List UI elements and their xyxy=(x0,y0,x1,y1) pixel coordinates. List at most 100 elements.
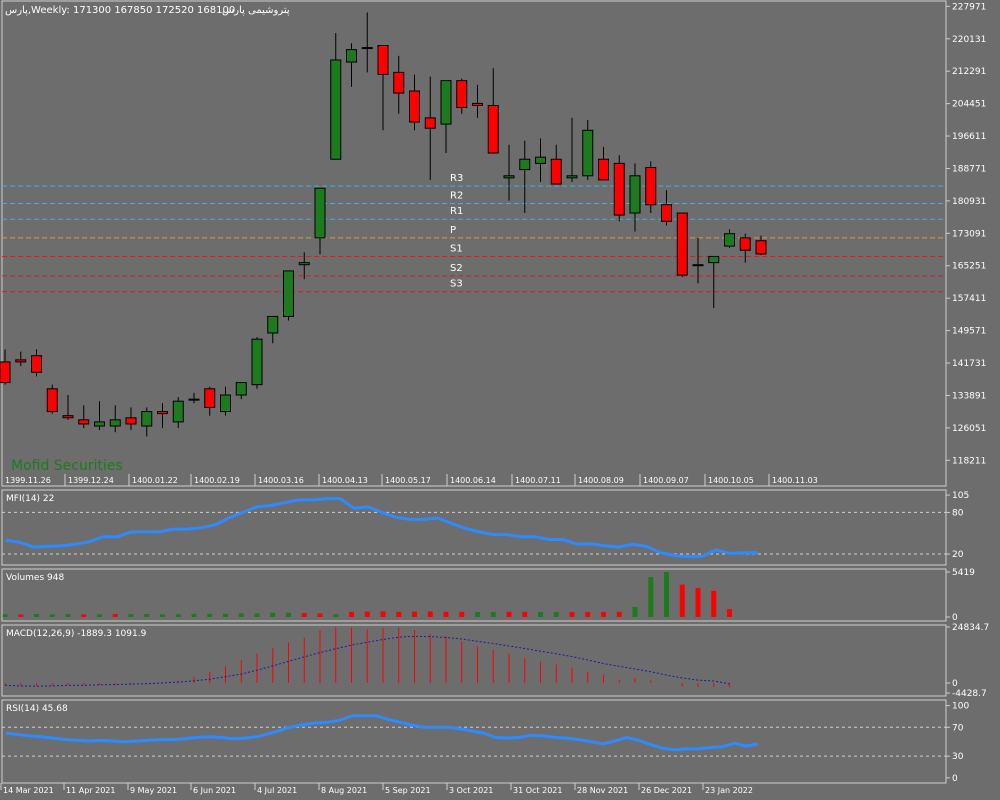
candle-body xyxy=(535,156,546,164)
mfi-tick-label: 20 xyxy=(952,550,964,560)
candle-body xyxy=(235,382,247,396)
candle-body xyxy=(755,240,767,255)
date-tick-label: 1400.05.17 xyxy=(385,476,431,485)
date-tick-label: 1400.02.19 xyxy=(194,476,240,485)
price-tick-label: 196611 xyxy=(952,132,986,142)
candle-body xyxy=(440,80,452,125)
candle-body xyxy=(613,162,625,216)
price-tick-label: 118211 xyxy=(952,456,986,466)
candle-body xyxy=(550,158,562,185)
macd-tick-label: 0 xyxy=(952,679,958,689)
candle-body xyxy=(724,233,735,247)
candle-body xyxy=(708,255,720,264)
macd-tick-label: 24834.7 xyxy=(952,623,989,633)
volume-bar xyxy=(364,611,370,617)
chart-title: پتروشیمی پارس xyxy=(222,5,290,16)
candle-body xyxy=(141,411,153,427)
volume-bar xyxy=(538,612,543,617)
volume-bar xyxy=(727,609,732,617)
candle-body xyxy=(125,417,137,425)
candle-body xyxy=(377,44,389,75)
volume-bar xyxy=(427,611,433,617)
volume-bar xyxy=(475,612,480,617)
date-tick-label: 1400.01.22 xyxy=(132,476,178,485)
candle-body xyxy=(692,264,704,267)
volume-bar xyxy=(396,611,402,617)
volume-bar xyxy=(490,612,496,617)
volume-bar xyxy=(553,612,559,617)
volume-tick-label: 0 xyxy=(952,613,958,623)
bottom-date-label: 14 Mar 2021 xyxy=(3,786,54,795)
volume-bar xyxy=(317,613,323,617)
volume-bar xyxy=(569,612,575,617)
price-tick-label: 141731 xyxy=(952,359,986,369)
price-tick-label: 133891 xyxy=(952,391,986,401)
candle-body xyxy=(251,338,263,386)
volume-bar xyxy=(616,611,622,617)
candle-body xyxy=(629,175,641,214)
candle-body xyxy=(314,187,326,239)
price-tick-label: 165251 xyxy=(952,262,986,272)
volume-bar xyxy=(664,572,669,617)
chart-canvas[interactable]: پارس,Weekly: 171300 167850 172520 168100… xyxy=(0,0,1000,800)
symbol-info: پارس,Weekly: 171300 167850 172520 168100 xyxy=(5,5,235,16)
volume-bar xyxy=(49,614,55,617)
candle-body xyxy=(31,355,42,373)
price-tick-label: 204451 xyxy=(952,100,986,110)
candle-body xyxy=(739,237,751,251)
candle-body xyxy=(330,59,342,160)
mfi-line xyxy=(5,497,758,559)
candle-body xyxy=(298,262,310,266)
rsi-tick-label: 100 xyxy=(952,702,969,712)
rsi-line xyxy=(5,714,759,752)
volume-bar xyxy=(254,613,260,617)
bottom-date-label: 6 Jun 2021 xyxy=(193,786,236,795)
level-label-s2: S2 xyxy=(450,263,463,274)
watermark: Mofid Securities xyxy=(11,458,123,474)
price-tick-label: 220131 xyxy=(952,35,986,45)
candle-body xyxy=(267,315,279,334)
date-tick-label: 1400.09.07 xyxy=(643,476,689,485)
candle-body xyxy=(598,158,609,181)
volume-bar xyxy=(301,613,307,617)
candle-body xyxy=(456,80,468,109)
candle-body xyxy=(519,158,531,171)
volume-bar xyxy=(65,614,71,617)
pane-frame xyxy=(1,489,947,566)
bottom-date-label: 5 Sep 2021 xyxy=(385,786,431,795)
candle-body xyxy=(15,359,27,363)
bottom-date-label: 31 Oct 2021 xyxy=(513,786,562,795)
volume-bar xyxy=(349,611,354,617)
bottom-date-label: 3 Oct 2021 xyxy=(449,786,493,795)
volume-bar xyxy=(223,613,228,617)
candle-body xyxy=(78,419,90,425)
candle-body xyxy=(582,129,594,177)
candle-body xyxy=(220,394,231,413)
bottom-date-label: 9 May 2021 xyxy=(130,786,177,795)
date-tick-label: 1400.07.11 xyxy=(515,476,561,485)
volume-bar xyxy=(128,614,134,617)
volume-bar xyxy=(632,607,638,617)
volume-bar xyxy=(270,612,276,617)
volume-bar xyxy=(601,611,606,617)
volume-bar xyxy=(207,613,213,617)
volume-bar xyxy=(380,611,386,617)
volume-bar xyxy=(112,613,118,617)
date-tick-label: 1399.12.24 xyxy=(68,476,114,485)
volume-bar xyxy=(333,614,339,617)
volume-bar xyxy=(695,587,701,617)
level-label-r3: R3 xyxy=(450,173,463,184)
date-tick-label: 1400.04.13 xyxy=(322,476,368,485)
bottom-date-label: 28 Nov 2021 xyxy=(577,786,628,795)
volume-bar xyxy=(18,614,24,617)
mfi-tick-label: 80 xyxy=(952,508,964,518)
candle-body xyxy=(566,175,578,179)
candle-body xyxy=(109,419,121,427)
volume-bar xyxy=(459,611,465,617)
candle-body xyxy=(283,270,294,317)
volume-bar xyxy=(175,614,181,617)
price-tick-label: 188771 xyxy=(952,164,986,174)
volume-bar xyxy=(679,584,685,617)
mfi-title: MFI(14) 22 xyxy=(6,494,54,504)
bottom-date-label: 8 Aug 2021 xyxy=(321,786,367,795)
